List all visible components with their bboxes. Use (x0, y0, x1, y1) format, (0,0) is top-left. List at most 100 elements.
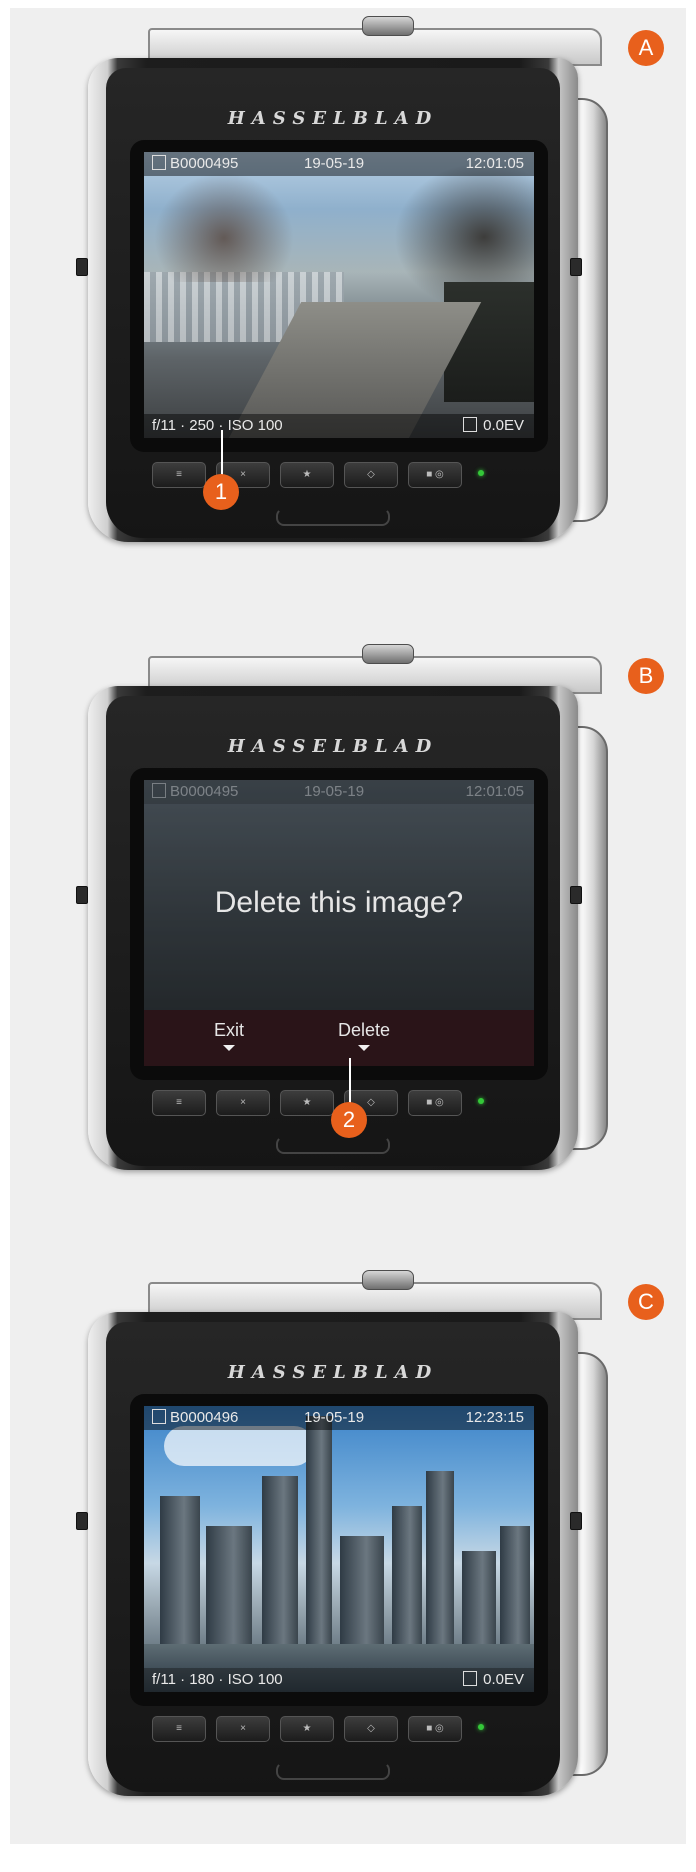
side-tab-right (570, 886, 582, 904)
photo-building (206, 1526, 252, 1646)
favorite-button[interactable]: ★ (280, 1716, 334, 1742)
bottom-grip (276, 1762, 390, 1780)
side-tab-left (76, 258, 88, 276)
camera-knob (362, 644, 414, 664)
capture-date: 19-05-19 (304, 155, 365, 172)
arrow-down-icon (358, 1045, 371, 1051)
status-led (478, 470, 484, 476)
camera-face: HASSELBLAD B0000495 19-05-19 12:01:05 f/… (106, 68, 560, 538)
photo-building (426, 1471, 454, 1646)
camera-body: HASSELBLAD B0000495 19-05-19 12:01:05 f/… (76, 58, 582, 542)
brand-logo: HASSELBLAD (227, 1362, 439, 1383)
step-letter-badge: B (628, 658, 664, 694)
photo-skyline (144, 1406, 534, 1692)
photo-building (340, 1536, 384, 1646)
menu-button[interactable]: ≡ (152, 1716, 206, 1742)
softkey-button[interactable]: ◇ (344, 462, 398, 488)
step-letter-badge: A (628, 30, 664, 66)
camera-back: HASSELBLAD B0000495 19-05-19 12:01:05 f/… (76, 16, 608, 548)
photo-park (144, 152, 534, 438)
bottom-grip (276, 1136, 390, 1154)
photo-building (262, 1476, 298, 1646)
play-button[interactable]: ■ ◎ (408, 1090, 462, 1116)
favorite-button[interactable]: ★ (280, 1090, 334, 1116)
brand-logo: HASSELBLAD (227, 108, 439, 129)
arrow-down-icon (223, 1045, 235, 1051)
capture-time: 12:01:05 (465, 783, 524, 800)
step-b: B HASSELBLAD B0000495 19-05-19 12:01:05 (0, 636, 696, 1246)
capture-time: 12:01:05 (465, 155, 524, 172)
file-name: B0000496 (152, 1406, 238, 1430)
exit-label: Exit (214, 1020, 245, 1040)
exit-softkey[interactable]: Exit (214, 1020, 244, 1051)
camera-knob (362, 16, 414, 36)
photo-cloud (164, 1426, 314, 1466)
ev-icon (463, 1671, 478, 1686)
camera-knob (362, 1270, 414, 1290)
photo-building (306, 1416, 332, 1646)
exposure-info: f/11 · 180 · ISO 100 (152, 1671, 283, 1688)
photo-building (392, 1506, 422, 1646)
file-icon (152, 1409, 166, 1424)
delete-softkey[interactable]: Delete (338, 1020, 390, 1051)
file-name-text: B0000495 (170, 155, 239, 172)
camera-back: HASSELBLAD B0000496 19-05-19 12:23:15 f/… (76, 1270, 608, 1802)
photo-water (144, 1644, 534, 1668)
play-button[interactable]: ■ ◎ (408, 462, 462, 488)
delete-button[interactable]: × (216, 1716, 270, 1742)
callout-line (221, 430, 223, 478)
capture-date: 19-05-19 (304, 783, 365, 800)
camera-face: HASSELBLAD B0000495 19-05-19 12:01:05 De… (106, 696, 560, 1166)
bottom-grip (276, 508, 390, 526)
info-bar-top: B0000496 19-05-19 12:23:15 (144, 1406, 534, 1430)
file-icon (152, 783, 166, 798)
step-letter-badge: C (628, 1284, 664, 1320)
menu-button[interactable]: ≡ (152, 462, 206, 488)
side-tab-right (570, 258, 582, 276)
screen-bezel: B0000495 19-05-19 12:01:05 f/11 · 250 · … (130, 140, 548, 452)
info-bar-bottom: f/11 · 250 · ISO 100 0.0EV (144, 414, 534, 438)
status-led (478, 1724, 484, 1730)
file-name-text: B0000496 (170, 1409, 239, 1426)
file-icon (152, 155, 166, 170)
lcd-screen: B0000495 19-05-19 12:01:05 f/11 · 250 · … (144, 152, 534, 438)
softkey-button[interactable]: ◇ (344, 1716, 398, 1742)
file-name-text: B0000495 (170, 783, 239, 800)
info-bar-top: B0000495 19-05-19 12:01:05 (144, 780, 534, 804)
screen-bezel: B0000495 19-05-19 12:01:05 Delete this i… (130, 768, 548, 1080)
photo-building (160, 1496, 200, 1646)
camera-body: HASSELBLAD B0000495 19-05-19 12:01:05 De… (76, 686, 582, 1170)
ev-value: 0.0EV (483, 1671, 524, 1688)
favorite-button[interactable]: ★ (280, 462, 334, 488)
softkey-bar: Exit Delete (144, 1010, 534, 1066)
delete-button[interactable]: × (216, 1090, 270, 1116)
step-a: A HASSELBLAD B0000495 19-05-19 12:01:05 … (0, 8, 696, 618)
menu-button[interactable]: ≡ (152, 1090, 206, 1116)
ev-info: 0.0EV (463, 414, 524, 438)
exposure-info: f/11 · 250 · ISO 100 (152, 417, 283, 434)
capture-time: 12:23:15 (465, 1409, 524, 1426)
photo-building (462, 1551, 496, 1646)
side-tab-left (76, 1512, 88, 1530)
play-button[interactable]: ■ ◎ (408, 1716, 462, 1742)
button-row: ≡ × ★ ◇ ■ ◎ (152, 1716, 532, 1742)
callout-badge: 2 (331, 1102, 367, 1138)
step-c: C HASSELBLAD B0000496 19-05-19 12:23:15 … (0, 1262, 696, 1872)
screen-bezel: B0000496 19-05-19 12:23:15 f/11 · 180 · … (130, 1394, 548, 1706)
brand-logo: HASSELBLAD (227, 736, 439, 757)
lcd-screen: B0000496 19-05-19 12:23:15 f/11 · 180 · … (144, 1406, 534, 1692)
status-led (478, 1098, 484, 1104)
delete-confirm-message: Delete this image? (214, 886, 464, 919)
info-bar-bottom: f/11 · 180 · ISO 100 0.0EV (144, 1668, 534, 1692)
side-tab-left (76, 886, 88, 904)
ev-icon (463, 417, 478, 432)
delete-label: Delete (338, 1020, 391, 1040)
photo-tree (154, 172, 294, 282)
callout-line (349, 1058, 351, 1106)
file-name: B0000495 (152, 152, 238, 176)
info-bar-top: B0000495 19-05-19 12:01:05 (144, 152, 534, 176)
ev-value: 0.0EV (483, 417, 524, 434)
capture-date: 19-05-19 (304, 1409, 365, 1426)
camera-face: HASSELBLAD B0000496 19-05-19 12:23:15 f/… (106, 1322, 560, 1792)
file-name: B0000495 (152, 780, 238, 804)
